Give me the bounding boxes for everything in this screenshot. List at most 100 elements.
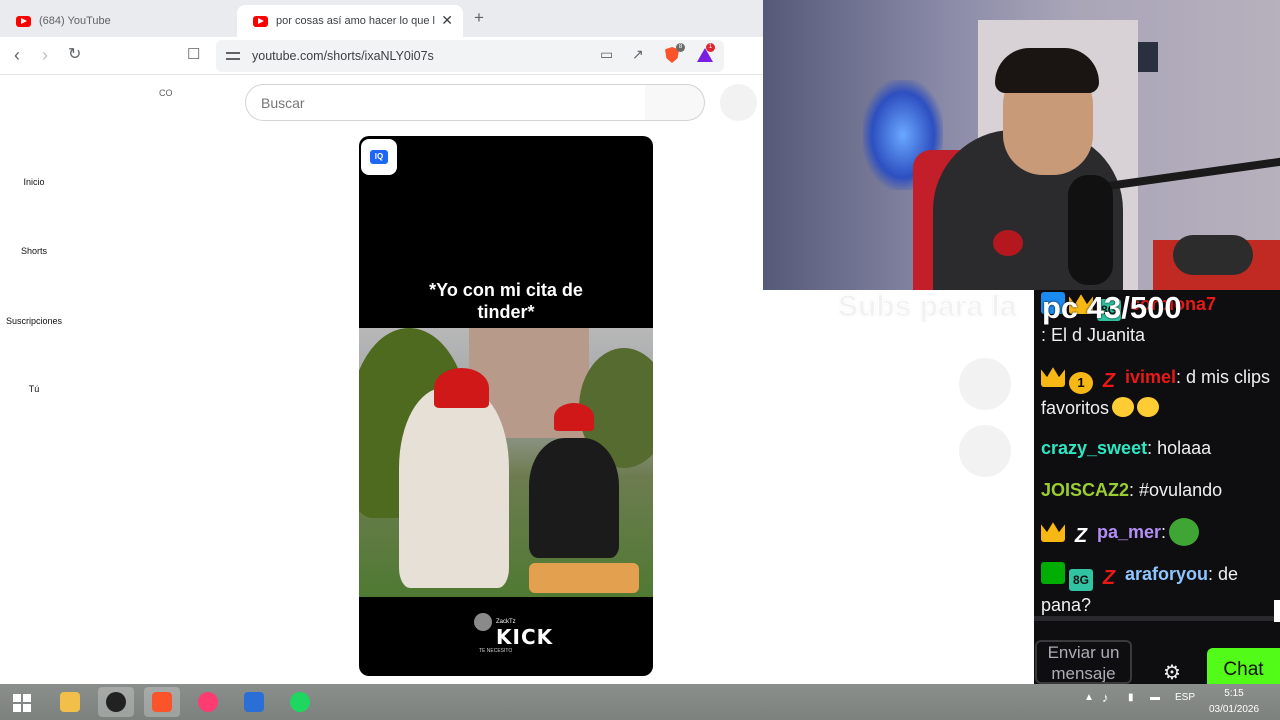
youtube-favicon-icon — [253, 15, 268, 27]
search-button[interactable] — [645, 84, 705, 121]
chat-message-input[interactable]: Enviar un mensaje — [1035, 640, 1132, 684]
chat-text: : El d Juanita — [1041, 325, 1146, 345]
webcam-wall-frame — [1138, 42, 1158, 72]
crown-badge-icon — [1041, 367, 1065, 387]
chat-username[interactable]: JOISCAZ2 — [1041, 480, 1129, 500]
chat-message: Zpa_mer: — [1041, 518, 1277, 547]
chat-text: : — [1161, 522, 1167, 542]
brave-browser-icon[interactable] — [144, 687, 180, 717]
obs-icon[interactable] — [98, 687, 134, 717]
moderator-badge-icon — [1041, 562, 1065, 584]
z-badge-icon: Z — [1102, 370, 1116, 392]
sidebar-item-suscripciones[interactable]: Suscripciones — [0, 316, 68, 326]
chat-username[interactable]: ivimel — [1125, 367, 1176, 387]
subs-goal-count: pc 43/500 — [1042, 290, 1182, 325]
chat-message: 8G Zaraforyou: de pana? — [1041, 560, 1277, 619]
gifter-badge-icon: 1 — [1069, 372, 1093, 394]
sidebar-item-inicio[interactable]: Inicio — [0, 177, 68, 187]
tab-youtube-short[interactable]: por cosas así amo hacer lo que l ✕ — [237, 5, 463, 37]
clock-time: 5:15 — [1224, 688, 1244, 699]
close-tab-icon[interactable]: ✕ — [441, 12, 453, 29]
tab-youtube-home[interactable]: (684) YouTube — [0, 5, 232, 37]
sidebar-item-tu[interactable]: Tú — [0, 384, 68, 394]
youtube-logo-country[interactable]: CO — [159, 88, 173, 98]
blue-app-icon[interactable] — [236, 687, 272, 717]
browser-window: (684) YouTube por cosas así amo hacer lo… — [0, 0, 763, 684]
chat-settings-gear-icon[interactable]: ⚙ — [1163, 660, 1181, 685]
iq-label: IQ — [370, 150, 388, 164]
tray-overflow-icon[interactable]: ▲ — [1084, 692, 1094, 703]
dislike-button[interactable] — [959, 425, 1011, 477]
chat-scroll-thumb[interactable] — [1274, 600, 1280, 622]
sidebar-item-label: Suscripciones — [5, 316, 63, 326]
iq-extension-icon[interactable]: IQ — [361, 139, 397, 175]
subs-goal-label: Subs para la — [837, 290, 1017, 324]
webcam-hair — [995, 48, 1099, 93]
chat-username[interactable]: crazy_sweet — [1041, 438, 1147, 458]
chat-message: 1 Zivimel: d mis clips favoritos — [1041, 363, 1277, 422]
streamer-avatar — [474, 613, 492, 631]
spotify-icon[interactable] — [282, 687, 318, 717]
language-indicator[interactable]: ESP — [1175, 692, 1195, 703]
search-input[interactable]: Buscar — [245, 84, 646, 121]
forward-icon[interactable]: › — [42, 45, 48, 65]
chat-username[interactable]: pa_mer — [1097, 522, 1161, 542]
watermark-subtext: TE NECESITO — [479, 648, 513, 654]
address-bar[interactable]: youtube.com/shorts/ixaNLY0i07s — [216, 40, 724, 72]
mic-tray-icon[interactable]: ▮ — [1128, 692, 1134, 703]
tab-label: (684) YouTube — [39, 15, 111, 27]
chat-text: : holaaa — [1147, 438, 1212, 458]
short-video-player[interactable]: IQ *Yo con mi cita de tinder* ZackTz KIC… — [359, 136, 653, 676]
chat-message: crazy_sweet: holaaa — [1041, 434, 1277, 462]
rewards-count-badge: 1 — [706, 43, 715, 52]
heart-eyes-emote-icon — [1137, 397, 1160, 417]
back-icon[interactable]: ‹ — [14, 45, 20, 65]
bookmark-icon[interactable]: ☐ — [187, 45, 200, 65]
og-badge-icon: 8G — [1069, 569, 1093, 591]
browser-toolbar: ‹ › ↻ ☐ youtube.com/shorts/ixaNLY0i07s ▭… — [0, 37, 763, 75]
clock-date: 03/01/2026 — [1208, 704, 1260, 715]
webcam-dog — [1173, 235, 1253, 275]
z-badge-icon: Z — [1102, 567, 1116, 589]
tab-strip: (684) YouTube por cosas así amo hacer lo… — [0, 0, 763, 37]
volume-icon[interactable]: ♪ — [1102, 690, 1109, 705]
scene-person — [399, 388, 509, 588]
chat-text: : #ovulando — [1129, 480, 1223, 500]
scene-pizza — [529, 563, 639, 593]
pepe-emote-icon — [1169, 518, 1200, 546]
url-text[interactable]: youtube.com/shorts/ixaNLY0i07s — [252, 49, 434, 63]
youtube-favicon-icon — [16, 15, 31, 27]
shirt-rose-print — [993, 230, 1023, 256]
tinder-icon[interactable] — [190, 687, 226, 717]
share-icon[interactable]: ↗ — [632, 46, 644, 63]
tab-label: por cosas así amo hacer lo que l — [276, 15, 435, 27]
voice-search-button[interactable] — [720, 84, 757, 121]
video-caption: *Yo con mi cita de tinder* — [359, 279, 653, 323]
overlay-panel — [763, 290, 1034, 684]
cast-icon[interactable]: ▭ — [600, 46, 613, 63]
site-settings-icon[interactable] — [226, 50, 240, 62]
chat-input-placeholder: Enviar un mensaje — [1047, 643, 1120, 683]
youtube-page: CO Inicio Shorts Suscripciones Tú Buscar… — [0, 76, 763, 684]
heart-eyes-emote-icon — [1112, 397, 1135, 417]
new-tab-button[interactable]: + — [474, 8, 484, 28]
file-explorer-icon[interactable] — [52, 687, 88, 717]
shield-count-badge: 8 — [676, 43, 685, 52]
caption-text: *Yo con mi cita de tinder* — [429, 280, 583, 322]
reload-icon[interactable]: ↻ — [68, 45, 81, 65]
chat-panel: 8G corpiona7 : El d Juanita 1 Zivimel: d … — [1034, 290, 1280, 684]
santa-hat — [554, 403, 594, 431]
chat-username[interactable]: araforyou — [1125, 564, 1208, 584]
crown-badge-icon — [1041, 522, 1065, 542]
sidebar-item-shorts[interactable]: Shorts — [0, 246, 68, 256]
system-clock[interactable]: 5:15 03/01/2026 — [1204, 686, 1264, 718]
chat-message: JOISCAZ2: #ovulando — [1041, 476, 1277, 504]
z-badge-icon: Z — [1074, 525, 1088, 547]
screen: (684) YouTube por cosas así amo hacer lo… — [0, 0, 1280, 720]
chat-send-button[interactable]: Chat — [1207, 648, 1280, 684]
like-button[interactable] — [959, 358, 1011, 410]
windows-start-icon[interactable] — [13, 694, 31, 712]
network-icon[interactable]: ▬ — [1150, 692, 1160, 703]
scene-person — [529, 438, 619, 558]
chat-scrollbar[interactable] — [1034, 616, 1274, 621]
